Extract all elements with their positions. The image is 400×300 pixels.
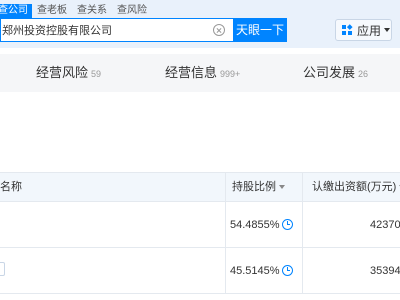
tab-business-risk-count: 59 (91, 69, 102, 79)
tab-search-company[interactable]: 查公司 (0, 4, 32, 18)
column-header-ratio-label: 持股比例 (232, 181, 276, 193)
column-header-name: 名称 (0, 181, 22, 193)
share-ratio: 54.4855% (230, 219, 280, 231)
share-ratio: 45.5145% (230, 265, 280, 277)
tab-search-risk[interactable]: 查风险 (112, 4, 152, 18)
caret-down-icon (384, 28, 391, 32)
column-divider (302, 173, 303, 202)
apps-grid-icon (342, 24, 353, 35)
subscribed-amount: 42370 (370, 219, 400, 231)
column-divider (302, 202, 303, 248)
section-tab-bar: 经营风险 59 经营信息 999+ 公司发展 26 (0, 54, 400, 92)
column-header-ratio[interactable]: 持股比例 (232, 181, 285, 194)
column-header-amount-label: 认缴出资额(万元) (312, 181, 397, 193)
tab-company-development-label: 公司发展 (303, 65, 356, 80)
tab-company-development[interactable]: 公司发展 26 (303, 66, 368, 81)
column-divider (225, 173, 226, 202)
tab-business-risk-label: 经营风险 (36, 65, 89, 80)
column-divider (302, 248, 303, 294)
subscribed-amount: 35394 (370, 265, 400, 277)
table-row: 45.5145% 35394 (0, 248, 400, 294)
column-divider (225, 248, 226, 294)
search-bar: 天眼一下 (0, 18, 287, 42)
search-input[interactable] (1, 19, 206, 41)
search-box (0, 18, 233, 42)
column-divider (225, 202, 226, 248)
shareholder-tag (0, 262, 5, 276)
table-header: 名称 持股比例 认缴出资额(万元) (0, 172, 400, 202)
tab-company-development-count: 26 (358, 69, 369, 79)
search-button[interactable]: 天眼一下 (233, 18, 287, 42)
column-header-amount[interactable]: 认缴出资额(万元) (312, 181, 400, 194)
apps-menu-label: 应用 (357, 23, 382, 38)
equity-chart-icon[interactable] (282, 219, 293, 230)
search-type-tabs: 查公司 查老板 查关系 查风险 (0, 4, 152, 18)
tab-search-relation[interactable]: 查关系 (72, 4, 112, 18)
tab-search-boss[interactable]: 查老板 (32, 4, 72, 18)
top-header: 查公司 查老板 查关系 查风险 天眼一下 应用 (0, 0, 400, 48)
equity-chart-icon[interactable] (282, 265, 293, 276)
tab-business-info-label: 经营信息 (165, 65, 218, 80)
table-row: 54.4855% 42370 (0, 202, 400, 248)
tab-business-risk[interactable]: 经营风险 59 (36, 66, 101, 81)
tab-business-info[interactable]: 经营信息 999+ (165, 66, 240, 81)
sort-down-icon (279, 185, 285, 190)
close-circle-icon[interactable] (213, 24, 225, 36)
apps-menu-button[interactable]: 应用 (335, 19, 392, 41)
tab-business-info-count: 999+ (220, 69, 241, 79)
